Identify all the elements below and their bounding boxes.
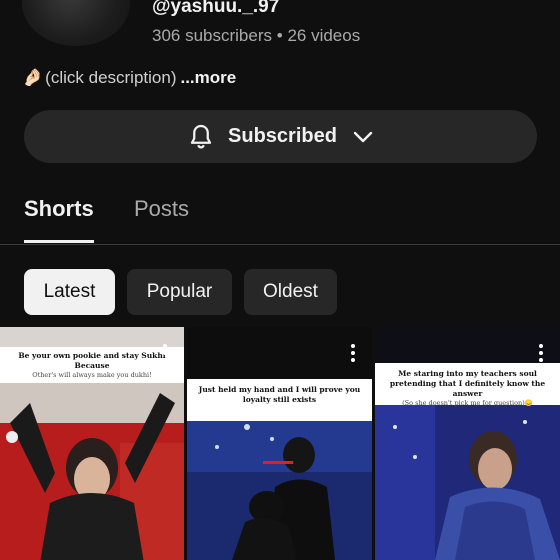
channel-handle: @yashuu._.97 <box>152 0 280 17</box>
tab-posts[interactable]: Posts <box>134 196 189 222</box>
more-options-icon[interactable] <box>162 344 168 364</box>
tab-shorts[interactable]: Shorts <box>24 196 94 222</box>
channel-tabs: Shorts Posts <box>0 190 560 245</box>
short-caption-box: Just held my hand and I will prove you l… <box>187 379 372 421</box>
channel-avatar[interactable] <box>22 0 130 46</box>
short-caption: Be your own pookie and stay Sukhi Becaus… <box>18 351 166 370</box>
filter-chip-oldest[interactable]: Oldest <box>244 269 337 315</box>
short-thumbnail-image <box>375 327 560 560</box>
bell-icon <box>190 124 212 148</box>
filter-chip-popular[interactable]: Popular <box>127 269 232 315</box>
more-link[interactable]: ...more <box>180 68 236 88</box>
stats-separator: • <box>276 26 283 45</box>
short-thumbnail-2[interactable]: Just held my hand and I will prove you l… <box>187 327 372 560</box>
tabs-divider <box>0 244 560 245</box>
short-caption: Just held my hand and I will prove you l… <box>198 385 361 404</box>
description-text: (click description) <box>45 68 177 87</box>
more-options-icon[interactable] <box>538 344 544 364</box>
more-options-icon[interactable] <box>350 344 356 364</box>
short-caption: Me staring into my teachers soul pretend… <box>389 369 546 398</box>
chevron-down-icon <box>353 131 373 142</box>
short-thumbnail-image <box>0 383 184 560</box>
pinch-hand-emoji: 🤌🏻 <box>22 68 44 87</box>
short-thumbnail-3[interactable]: Me staring into my teachers soul pretend… <box>375 327 560 560</box>
video-count: 26 videos <box>287 26 361 45</box>
subscribed-button[interactable]: Subscribed <box>24 110 537 163</box>
filter-chip-latest[interactable]: Latest <box>24 269 115 315</box>
subscriber-count: 306 subscribers <box>152 26 273 45</box>
active-tab-indicator <box>24 240 94 243</box>
short-thumbnail-image <box>187 327 372 560</box>
short-caption-box: Me staring into my teachers soul pretend… <box>375 363 560 407</box>
short-subcaption: Other's will always make you dukhi! <box>32 371 152 379</box>
short-subcaption: (So she doesn't pick me for question)😞 <box>402 399 533 407</box>
channel-description[interactable]: 🤌🏻 (click description) ...more <box>22 68 236 88</box>
short-thumbnail-1[interactable]: Be your own pookie and stay Sukhi Becaus… <box>0 327 184 560</box>
channel-stats: 306 subscribers • 26 videos <box>152 26 360 46</box>
subscribed-label: Subscribed <box>228 125 337 147</box>
